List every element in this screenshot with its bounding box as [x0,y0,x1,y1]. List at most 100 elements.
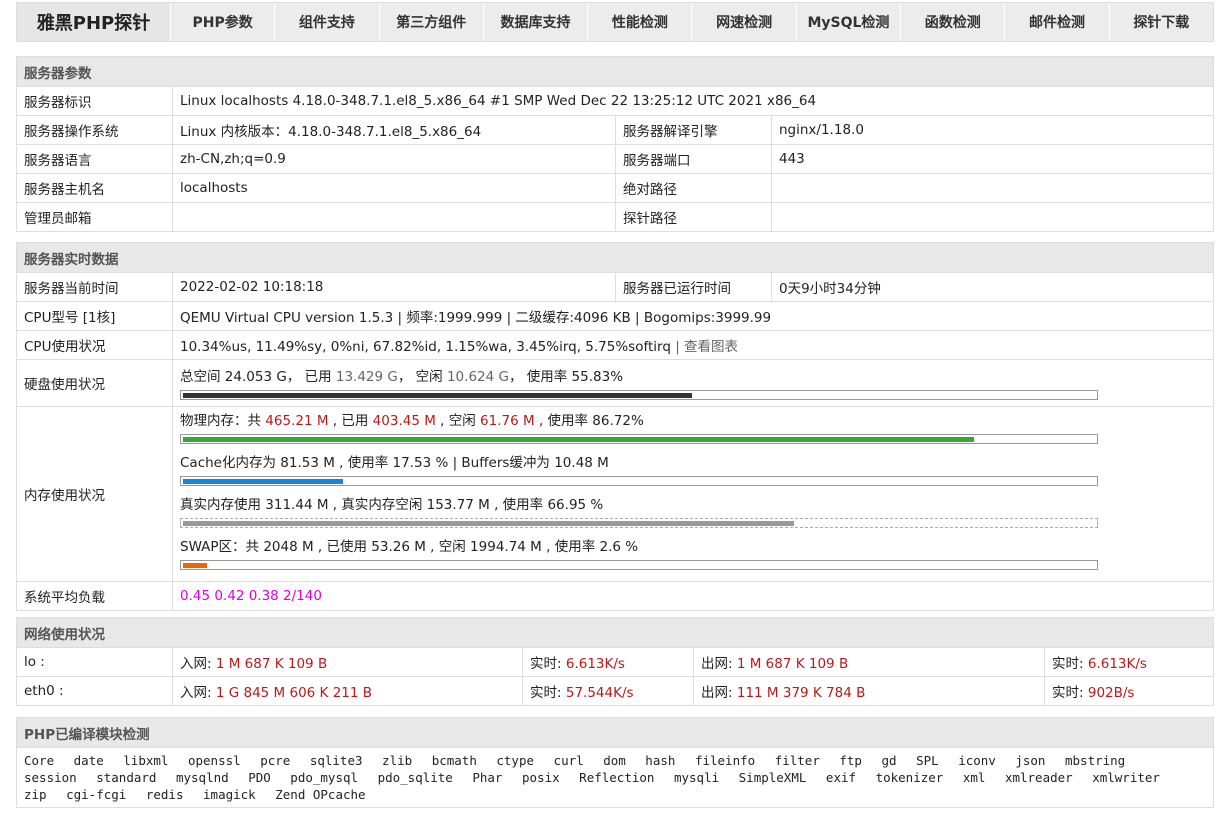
nav-item-database[interactable]: 数据库支持 [483,3,589,41]
in-rt-value: 57.544K/s [565,685,634,701]
physical-used-label: , 已用 [332,413,369,429]
module-item: hash [645,753,676,768]
field-label: 系统平均负载 [16,581,173,611]
cpu-chart-link[interactable]: | 查看图表 [675,339,738,355]
out-cell: 出网: 1 M 687 K 109 B [693,647,1045,677]
field-label: 服务器当前时间 [16,272,173,302]
section-title: 服务器参数 [16,56,1214,87]
module-item: gd [881,753,897,768]
field-label: 服务器端口 [615,144,772,174]
module-item: mysqli [673,770,720,785]
nav-item-download[interactable]: 探针下载 [1109,3,1213,41]
module-item: xmlwriter [1092,770,1160,785]
swap-memory-text: SWAP区：共 2048 M , 已使用 53.26 M , 空闲 1994.7… [180,539,639,555]
physical-rate-text: , 使用率 86.72% [538,413,644,429]
module-item: mbstring [1065,753,1126,768]
disk-cell: 总空间 24.053 G， 已用 13.429 G， 空闲 10.624 G， … [172,359,1214,407]
brand-title[interactable]: 雅黑PHP探针 [17,3,171,41]
module-item: standard [96,770,157,785]
module-item: libxml [123,753,169,768]
field-label: 探针路径 [615,202,772,232]
field-value [771,202,1214,232]
module-item: pcre [260,753,291,768]
out-rt-value: 6.613K/s [1087,656,1147,672]
nav-item-mail[interactable]: 邮件检测 [1005,3,1110,41]
physical-free-label: , 空闲 [440,413,476,429]
nav-item-functions[interactable]: 函数检测 [901,3,1006,41]
section-title: 服务器实时数据 [16,242,1214,273]
nav-item-php-params[interactable]: PHP参数 [171,3,276,41]
real-memory-bar [180,518,1098,528]
nav-item-mysql[interactable]: MySQL检测 [796,3,902,41]
nav-item-performance[interactable]: 性能检测 [588,3,693,41]
physical-total-value: 465.21 M [265,413,329,429]
swap-memory-bar [180,560,1098,570]
field-label: 绝对路径 [615,173,772,203]
field-value: 0天9小时34分钟 [771,272,1214,302]
field-value: Linux localhosts 4.18.0-348.7.1.el8_5.x8… [172,86,1214,116]
field-label: 服务器语言 [16,144,173,174]
module-item: Phar [472,770,503,785]
nav-item-third-party[interactable]: 第三方组件 [379,3,484,41]
field-value: Linux 内核版本：4.18.0-348.7.1.el8_5.x86_64 [172,115,616,145]
module-item: posix [522,770,560,785]
iface-name: lo : [16,647,173,677]
module-item: PDO [248,770,271,785]
out-rt-value: 902B/s [1087,685,1135,701]
physical-memory-text: 物理内存：共 465.21 M , 已用 403.45 M , 空闲 61.76… [180,411,1206,431]
out-label: 出网: [701,656,733,672]
field-label: 内存使用状况 [16,406,173,582]
cpu-usage-cell: 10.34%us, 11.49%sy, 0%ni, 67.82%id, 1.15… [172,330,1214,360]
module-item: zlib [382,753,413,768]
cache-memory-bar [180,476,1098,486]
cpu-usage-value: 10.34%us, 11.49%sy, 0%ni, 67.82%id, 1.15… [180,339,671,355]
physical-memory-fill [183,437,974,442]
module-item: imagick [203,787,256,802]
module-item: Zend OPcache [275,787,366,802]
module-item: Core [24,753,55,768]
disk-text: 总空间 24.053 G， 已用 13.429 G， 空闲 10.624 G， … [180,367,1206,387]
field-value: QEMU Virtual CPU version 1.5.3 | 频率:1999… [172,301,1214,331]
physical-memory-group: 物理内存：共 465.21 M , 已用 403.45 M , 空闲 61.76… [180,411,1206,444]
cache-memory-fill [183,479,343,484]
module-item: bcmath [431,753,477,768]
in-cell: 入网: 1 M 687 K 109 B [172,647,523,677]
server-params-table: 服务器参数 服务器标识 Linux localhosts 4.18.0-348.… [16,56,1214,232]
out-rt-cell: 实时: 6.613K/s [1044,647,1214,677]
module-item: SPL [916,753,939,768]
disk-used-value: 13.429 G [335,368,398,385]
module-item: sqlite3 [309,753,363,768]
module-item: redis [145,787,184,802]
module-item: mysqlnd [175,770,229,785]
module-item: ctype [496,753,535,768]
in-value: 1 M 687 K 109 B [215,656,328,672]
module-item: fileinfo [694,753,756,768]
module-item: Reflection [579,770,655,785]
in-rt-cell: 实时: 6.613K/s [522,647,694,677]
nav-item-components[interactable]: 组件支持 [275,3,380,41]
module-item: filter [774,753,820,768]
nav-item-network-speed[interactable]: 网速检测 [692,3,797,41]
field-label: 服务器已运行时间 [615,272,772,302]
module-item: ftp [839,753,862,768]
disk-free-value: 10.624 G [446,368,509,385]
in-label: 入网: [180,656,212,672]
out-value: 111 M 379 K 784 B [736,685,866,701]
memory-cell: 物理内存：共 465.21 M , 已用 403.45 M , 空闲 61.76… [172,406,1214,582]
field-value: nginx/1.18.0 [771,115,1214,145]
swap-memory-group: SWAP区：共 2048 M , 已使用 53.26 M , 空闲 1994.7… [180,537,1206,570]
out-label: 出网: [701,685,733,701]
section-title: 网络使用状况 [16,617,1214,648]
disk-free-label: ， 空闲 [397,368,443,385]
in-label: 入网: [180,685,212,701]
field-value: 2022-02-02 10:18:18 [172,272,616,302]
top-nav: 雅黑PHP探针 PHP参数 组件支持 第三方组件 数据库支持 性能检测 网速检测… [16,2,1214,42]
realtime-table: 服务器实时数据 服务器当前时间 2022-02-02 10:18:18 服务器已… [16,242,1214,611]
modules-table: PHP已编译模块检测 Core date libxml openssl pcre… [16,717,1214,808]
out-value: 1 M 687 K 109 B [736,656,849,672]
module-item: exif [825,770,857,785]
disk-usage-fill [183,392,693,398]
field-label: CPU使用状况 [16,330,173,360]
section-title: PHP已编译模块检测 [16,717,1214,748]
field-label: 服务器主机名 [16,173,173,203]
